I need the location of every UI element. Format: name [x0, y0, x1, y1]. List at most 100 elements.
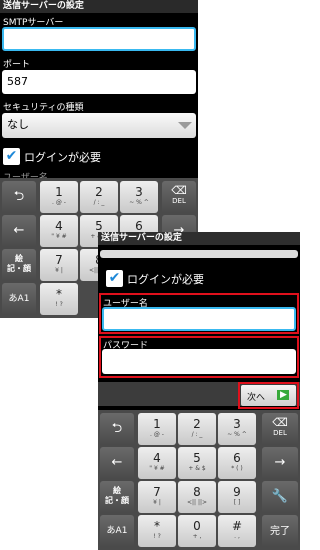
key-hash-sub: . ,	[234, 533, 240, 540]
cursor-left-key[interactable]: ←	[100, 447, 134, 479]
key-3-main: 3	[135, 185, 143, 199]
scrolled-field-edge	[100, 250, 298, 258]
key-5-main: 5	[193, 451, 201, 465]
screen-title: 送信サーバーの設定	[0, 0, 198, 13]
delete-key-label: DEL	[172, 197, 186, 205]
key-4[interactable]: 4 " ¥ #	[138, 447, 176, 479]
arrow-right-icon: ▶	[277, 390, 289, 400]
key-2[interactable]: 2 / : _	[80, 181, 118, 213]
back-key[interactable]: ⮌	[2, 181, 36, 213]
key-1-main: 1	[55, 185, 63, 199]
key-7-main: 7	[153, 485, 161, 499]
checkmark-icon: ✔	[5, 148, 18, 164]
cursor-right-key[interactable]: →	[262, 447, 298, 479]
key-0[interactable]: 0 + ,	[178, 515, 216, 547]
emoji-key[interactable]: 絵 記・顔	[2, 249, 36, 281]
key-2-main: 2	[95, 185, 103, 199]
key-5[interactable]: 5 + & $	[178, 447, 216, 479]
settings-key[interactable]: 🔧	[262, 481, 298, 513]
key-7-main: 7	[55, 253, 63, 267]
key-0-main: 0	[193, 519, 201, 533]
key-3-main: 3	[233, 417, 241, 431]
input-mode-key[interactable]: あA1	[2, 283, 36, 315]
delete-key[interactable]: ⌫ DEL	[162, 181, 196, 213]
back-icon: ⮌	[13, 189, 25, 204]
key-9[interactable]: 9 [ ]	[218, 481, 256, 513]
input-mode-label: あA1	[8, 294, 30, 304]
security-type-value: なし	[7, 118, 29, 131]
cursor-left-key[interactable]: ←	[2, 215, 36, 247]
key-1[interactable]: 1 . @ -	[138, 413, 176, 445]
left-arrow-icon: ←	[13, 223, 25, 238]
key-8[interactable]: 8 <|| ||>	[178, 481, 216, 513]
key-4[interactable]: 4 " ¥ #	[40, 215, 78, 247]
screen-outgoing-server-2: 送信サーバーの設定 ✔ ログインが必要 ユーザー名 パスワード 次へ ▶ ⮌ ←…	[98, 232, 300, 550]
key-9-sub: [ ]	[233, 499, 241, 506]
key-2[interactable]: 2 / : _	[178, 413, 216, 445]
key-1-sub: . @ -	[52, 199, 66, 206]
key-3-sub: ~ % ^	[227, 431, 247, 438]
key-hash-main: #	[231, 519, 243, 533]
login-required-checkbox[interactable]: ✔	[106, 270, 123, 287]
key-7[interactable]: 7 ¥ |	[40, 249, 78, 281]
key-star-sub: ! ?	[153, 533, 161, 540]
next-button-label: 次へ	[247, 393, 266, 403]
screen-title: 送信サーバーの設定	[98, 232, 300, 245]
delete-key[interactable]: ⌫ DEL	[262, 413, 298, 445]
password-input[interactable]	[102, 349, 296, 374]
key-star-main: *	[154, 519, 160, 533]
key-3[interactable]: 3 ~ % ^	[218, 413, 256, 445]
login-required-label: ログインが必要	[24, 151, 101, 164]
emoji-key[interactable]: 絵 記・顔	[100, 481, 134, 513]
key-6-sub: * ( )	[231, 465, 243, 472]
key-8-sub: <|| ||>	[186, 499, 208, 506]
key-5-sub: + & $	[188, 465, 206, 472]
key-hash[interactable]: # . ,	[218, 515, 256, 547]
key-star-sub: ! ?	[55, 301, 63, 308]
back-key[interactable]: ⮌	[100, 413, 134, 445]
key-1[interactable]: 1 . @ -	[40, 181, 78, 213]
numeric-keyboard: ⮌ ← 絵 記・顔 あA1 1 . @ - 2 / : _ 3 ~ % ^ 4 …	[98, 410, 300, 550]
backspace-icon: ⌫	[171, 184, 187, 197]
key-star-main: *	[56, 287, 62, 301]
left-arrow-icon: ←	[111, 455, 123, 470]
key-4-sub: " ¥ #	[51, 233, 67, 240]
key-2-sub: / : _	[93, 199, 105, 206]
key-star[interactable]: * ! ?	[40, 283, 78, 315]
smtp-server-input[interactable]	[2, 27, 196, 51]
key-7-sub: ¥ |	[153, 499, 161, 506]
key-3-sub: ~ % ^	[129, 199, 149, 206]
done-key-label: 完了	[270, 526, 290, 537]
port-value: 587	[7, 75, 28, 88]
emoji-key-label: 絵 記・顔	[7, 254, 31, 273]
key-2-main: 2	[193, 417, 201, 431]
username-input[interactable]	[102, 307, 296, 331]
key-6[interactable]: 6 * ( )	[218, 447, 256, 479]
wrench-icon: 🔧	[271, 489, 289, 504]
key-7[interactable]: 7 ¥ |	[138, 481, 176, 513]
checkmark-icon: ✔	[108, 270, 121, 286]
done-key[interactable]: 完了	[262, 515, 298, 547]
login-required-checkbox[interactable]: ✔	[3, 148, 20, 165]
key-0-sub: + ,	[192, 533, 202, 540]
key-4-main: 4	[153, 451, 161, 465]
right-arrow-icon: →	[274, 455, 286, 470]
input-mode-key[interactable]: あA1	[100, 515, 134, 547]
back-icon: ⮌	[111, 421, 123, 436]
key-7-sub: ¥ |	[55, 267, 63, 274]
port-input[interactable]: 587	[2, 70, 196, 94]
key-2-sub: / : _	[191, 431, 203, 438]
security-type-dropdown[interactable]: なし	[2, 113, 196, 138]
key-1-sub: . @ -	[150, 431, 164, 438]
delete-key-label: DEL	[273, 429, 287, 437]
next-button[interactable]: 次へ ▶	[241, 385, 296, 406]
input-mode-label: あA1	[106, 526, 128, 536]
backspace-icon: ⌫	[272, 416, 288, 429]
key-9-main: 9	[233, 485, 241, 499]
key-3[interactable]: 3 ~ % ^	[120, 181, 158, 213]
key-star[interactable]: * ! ?	[138, 515, 176, 547]
security-type-label: セキュリティの種類	[3, 103, 84, 113]
login-required-label: ログインが必要	[127, 273, 204, 286]
chevron-down-icon	[178, 122, 192, 129]
key-6-main: 6	[233, 451, 241, 465]
